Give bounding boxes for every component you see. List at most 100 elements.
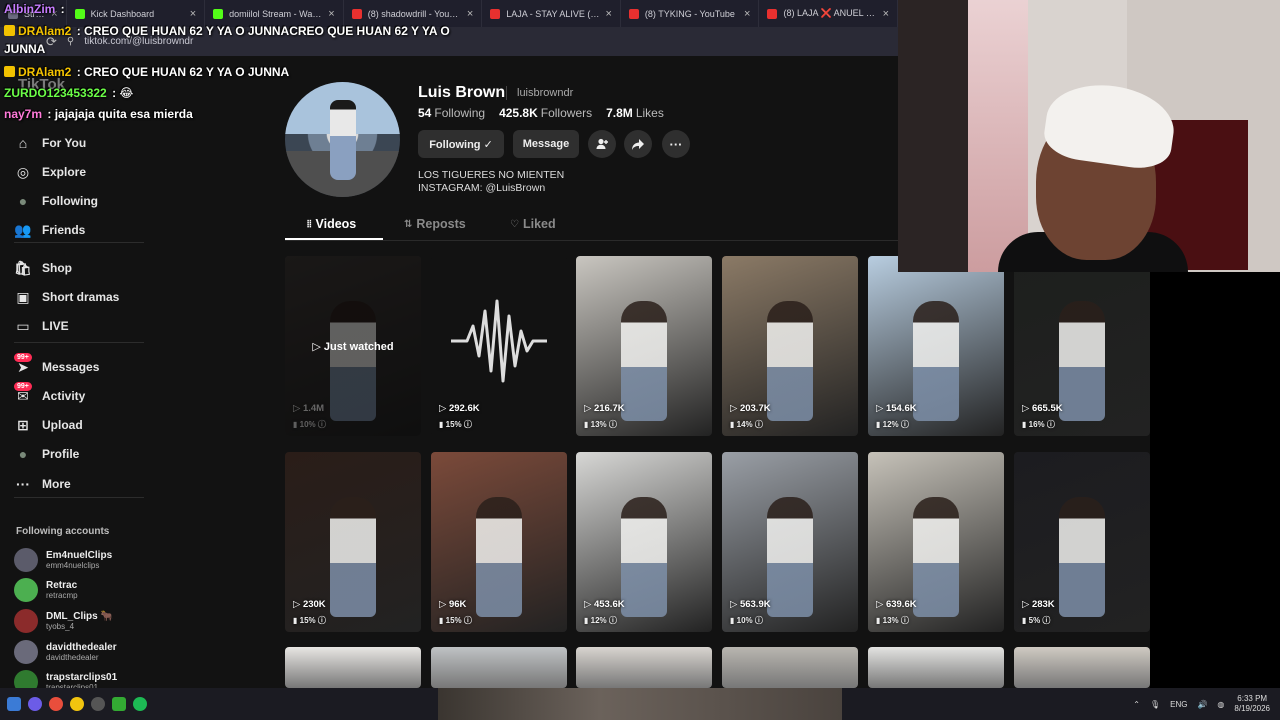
info-icon[interactable]: ⓘ (1040, 616, 1050, 625)
video-thumbnail[interactable] (431, 647, 567, 688)
video-thumbnail[interactable]: ▷ 283K ▮ 5% ⓘ (1014, 452, 1150, 632)
volume-icon[interactable]: 🔊 (1197, 700, 1207, 709)
info-icon[interactable]: ⓘ (1045, 420, 1055, 429)
share-icon[interactable] (624, 130, 652, 158)
chrome-icon[interactable] (49, 697, 63, 711)
video-thumbnail[interactable]: ▷ Just watched ▷ 1.4M ▮ 10% ⓘ (285, 256, 421, 436)
bar-chart-icon: ▮ (1022, 616, 1029, 625)
tab-reposts[interactable]: ⇅ Reposts (404, 217, 466, 231)
video-thumbnail[interactable]: ▷ 563.9K ▮ 10% ⓘ (722, 452, 858, 632)
browser-tab[interactable]: (8) TYKING - YouTube × (621, 0, 760, 27)
video-thumbnail[interactable]: ▷ 96K ▮ 15% ⓘ (431, 452, 567, 632)
video-thumbnail[interactable]: ▷ 639.6K ▮ 13% ⓘ (868, 452, 1004, 632)
microphone-icon[interactable]: 🎙 (1150, 700, 1160, 709)
video-engagement-percent: ▮ 13% ⓘ (584, 419, 617, 430)
close-tab-icon[interactable]: × (883, 8, 889, 20)
nav-item-shop[interactable]: 🛍 Shop (14, 257, 72, 279)
following-account-item[interactable]: Em4nuelClips emm4nuelclips (14, 548, 112, 572)
nav-item-profile[interactable]: ● Profile (14, 443, 80, 465)
more-options-icon[interactable]: ··· (662, 130, 690, 158)
browser-tab[interactable]: LAJA - STAY ALIVE (Video O × (482, 0, 621, 27)
chat-username[interactable]: DRAlam2 (18, 65, 71, 79)
add-friend-icon[interactable] (588, 130, 616, 158)
wifi-icon[interactable]: ◍ (1217, 700, 1224, 709)
browser-tab[interactable]: (8) shadowdrill - YouTube × (344, 0, 483, 27)
video-thumbnail[interactable] (868, 647, 1004, 688)
video-thumbnail[interactable] (722, 647, 858, 688)
start-icon[interactable] (7, 697, 21, 711)
following-account-item[interactable]: trapstarclips01 trapstarclips01 (14, 670, 117, 688)
browser-icon[interactable] (70, 697, 84, 711)
chat-username[interactable]: ZURDO123453322 (4, 86, 107, 100)
nav-item-label: Shop (42, 261, 72, 275)
video-thumbnail[interactable]: ▷ 230K ▮ 15% ⓘ (285, 452, 421, 632)
chat-text: CREO QUE HUAN 62 Y YA O JUNNACREO QUE HU… (84, 24, 450, 38)
following-button[interactable]: Following ✓ (418, 130, 504, 158)
video-view-count: ▷ 665.5K (1022, 403, 1063, 414)
chat-username[interactable]: DRAlam2 (18, 24, 71, 38)
following-account-item[interactable]: DML_Clips 🐂 tyobs_4 (14, 609, 113, 633)
video-thumbnail[interactable] (285, 647, 421, 688)
nav-item-live[interactable]: ▭ LIVE (14, 315, 68, 337)
tab-liked[interactable]: ♡ Liked (510, 217, 556, 231)
info-icon[interactable]: ⓘ (462, 420, 472, 429)
browser-tab[interactable]: domiilol Stream - Watch Liv × (205, 0, 344, 27)
info-icon[interactable]: ⓘ (899, 616, 909, 625)
profile-avatar[interactable] (285, 82, 400, 197)
info-icon[interactable]: ⓘ (899, 420, 909, 429)
chat-username[interactable]: AlbinZim (4, 2, 55, 16)
info-icon[interactable]: ⓘ (316, 420, 326, 429)
info-icon[interactable]: ⓘ (753, 420, 763, 429)
video-thumbnail[interactable] (1014, 647, 1150, 688)
close-tab-icon[interactable]: × (190, 8, 196, 20)
video-thumbnail[interactable]: ▷ 216.7K ▮ 13% ⓘ (576, 256, 712, 436)
nav-item-activity[interactable]: ✉ 99+ Activity (14, 382, 85, 407)
nav-item-messages[interactable]: ➤ 99+ Messages (14, 353, 99, 378)
followers-stat[interactable]: 425.8K Followers (499, 106, 592, 120)
video-thumbnail[interactable]: ▷ 665.5K ▮ 16% ⓘ (1014, 256, 1150, 436)
grid-icon: ⦙⦙ (307, 218, 312, 230)
account-handle: emm4nuelclips (46, 560, 100, 570)
spotify-icon[interactable] (133, 697, 147, 711)
info-icon[interactable]: ⓘ (316, 616, 326, 625)
view-count-text: 283K (1031, 599, 1055, 610)
video-thumbnail[interactable]: ▷ 292.6K ▮ 15% ⓘ (431, 256, 567, 436)
video-thumbnail[interactable]: ▷ 203.7K ▮ 14% ⓘ (722, 256, 858, 436)
close-tab-icon[interactable]: × (467, 8, 473, 20)
close-tab-icon[interactable]: × (328, 8, 334, 20)
clock[interactable]: 6:33 PM 8/19/2026 (1234, 694, 1270, 714)
kick-icon[interactable] (112, 697, 126, 711)
chat-username[interactable]: nay7m (4, 107, 42, 121)
nav-item-more[interactable]: ··· More (14, 473, 71, 495)
percent-text: 16% (1028, 420, 1045, 429)
nav-item-explore[interactable]: ◎ Explore (14, 161, 86, 183)
obs-icon[interactable] (91, 697, 105, 711)
language-indicator[interactable]: ENG (1170, 700, 1187, 709)
info-icon[interactable]: ⓘ (607, 420, 617, 429)
discord-icon[interactable] (28, 697, 42, 711)
info-icon[interactable]: ⓘ (462, 616, 472, 625)
browser-tab[interactable]: Kick Dashboard × (67, 0, 206, 27)
video-thumbnail[interactable]: ▷ 154.6K ▮ 12% ⓘ (868, 256, 1004, 436)
message-button[interactable]: Message (513, 130, 579, 158)
nav-item-friends[interactable]: 👥 Friends (14, 219, 85, 241)
play-icon: ▷ (1022, 599, 1032, 610)
video-thumbnail[interactable]: ▷ 453.6K ▮ 12% ⓘ (576, 452, 712, 632)
nav-item-for-you[interactable]: ⌂ For You (14, 132, 86, 154)
browser-tab[interactable]: (8) LAJA ❌ ANUEL ❌ BAI × (759, 0, 899, 27)
info-icon[interactable]: ⓘ (607, 616, 617, 625)
just-watched-label: ▷ Just watched (285, 340, 421, 353)
nav-item-following[interactable]: ● Following (14, 190, 98, 212)
play-icon: ▷ (730, 403, 740, 414)
tab-videos[interactable]: ⦙⦙ Videos (307, 217, 356, 231)
close-tab-icon[interactable]: × (744, 8, 750, 20)
close-tab-icon[interactable]: × (605, 8, 611, 20)
nav-item-upload[interactable]: ⊞ Upload (14, 414, 83, 436)
following-stat[interactable]: 54 Following (418, 106, 485, 120)
video-thumbnail[interactable] (576, 647, 712, 688)
nav-item-short-dramas[interactable]: ▣ Short dramas (14, 286, 119, 308)
chevron-up-icon[interactable]: ⌃ (1133, 700, 1140, 709)
following-account-item[interactable]: davidthedealer davidthedealer (14, 640, 117, 664)
following-account-item[interactable]: Retrac retracmp (14, 578, 78, 602)
info-icon[interactable]: ⓘ (753, 616, 763, 625)
